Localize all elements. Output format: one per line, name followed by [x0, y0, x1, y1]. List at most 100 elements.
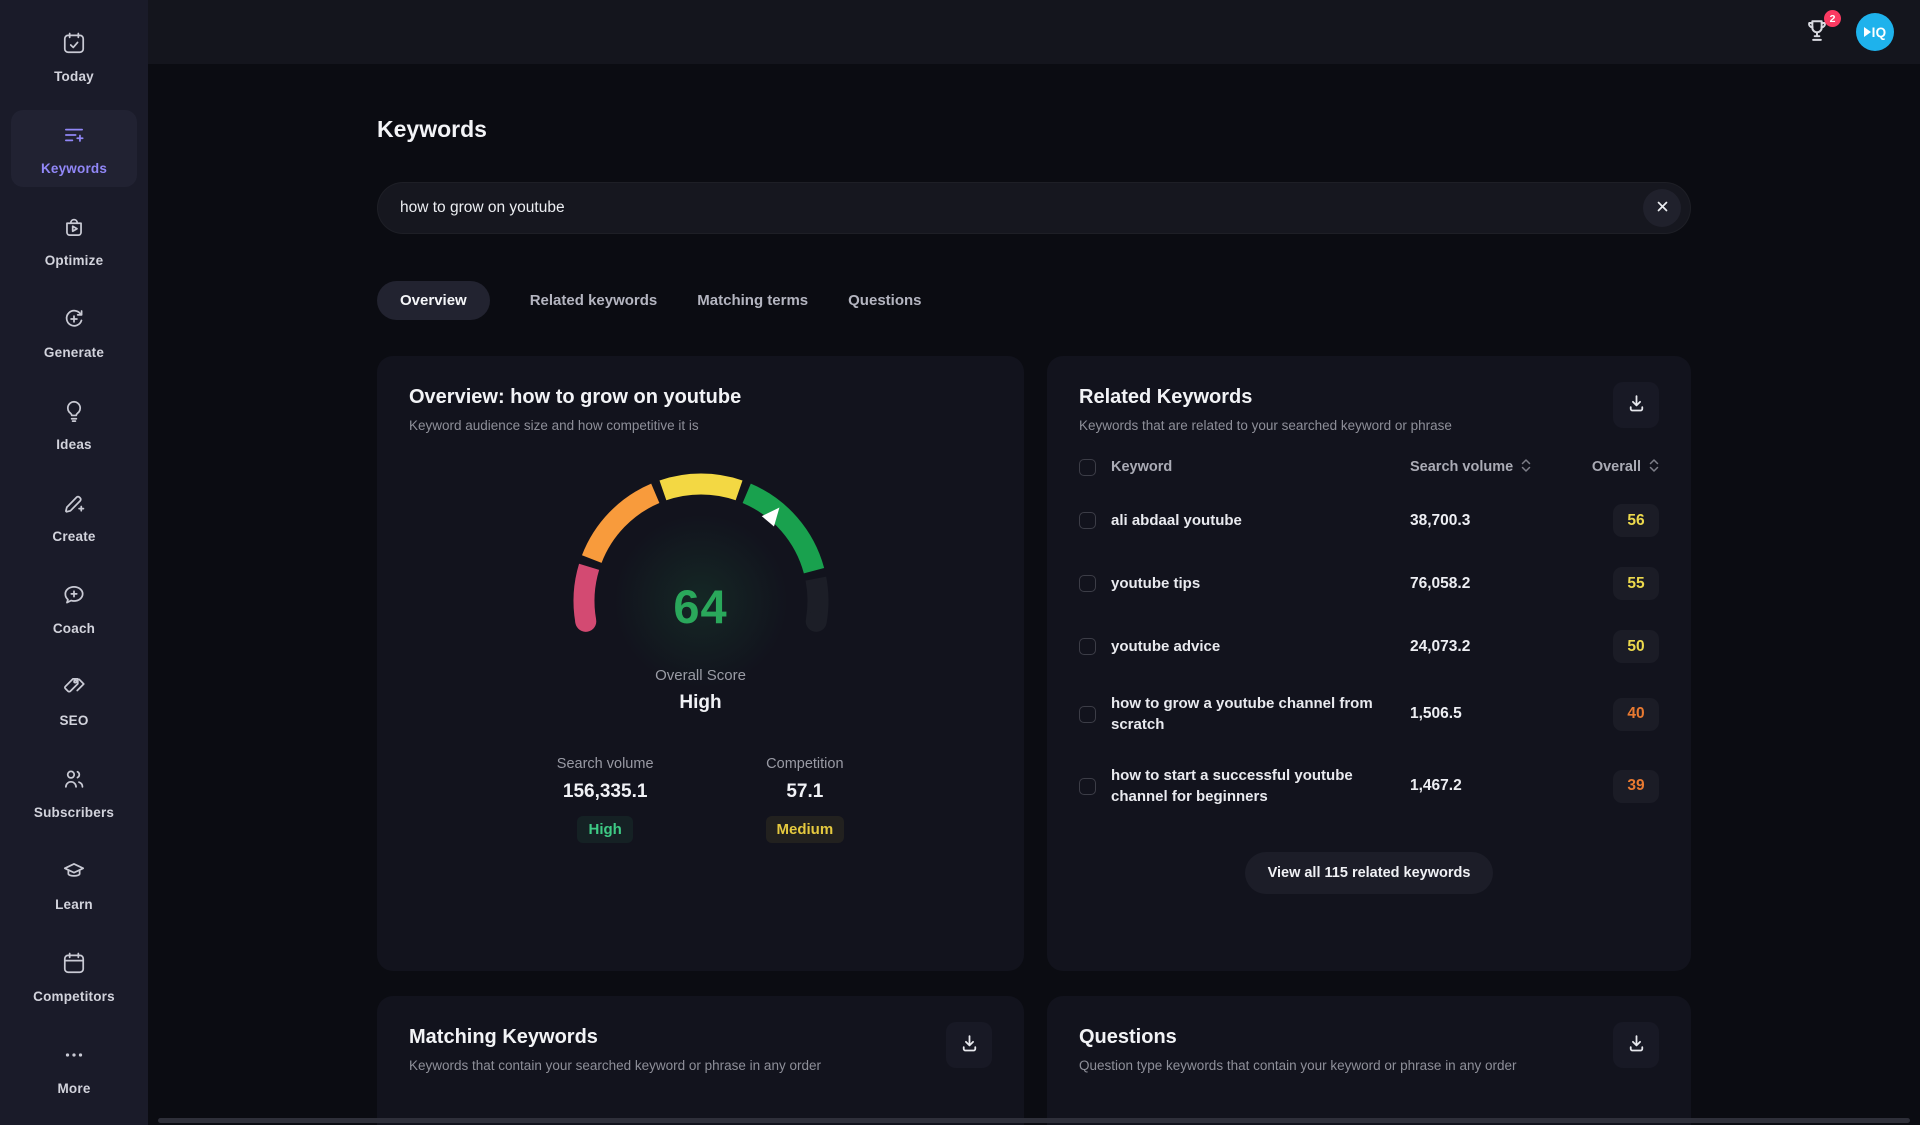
search-input[interactable]: [400, 199, 1643, 217]
row-checkbox[interactable]: [1079, 706, 1096, 723]
download-button[interactable]: [946, 1022, 992, 1068]
download-button[interactable]: [1613, 382, 1659, 428]
questions-card-title: Questions: [1079, 1026, 1516, 1049]
table-row[interactable]: youtube tips 76,058.2 55: [1079, 552, 1659, 615]
more-dots-icon: [61, 1042, 87, 1073]
clear-search-button[interactable]: [1643, 189, 1681, 227]
tags-icon: [61, 674, 87, 705]
search-volume-cell: 24,073.2: [1410, 638, 1585, 656]
table-row[interactable]: how to start a successful youtube channe…: [1079, 750, 1659, 822]
page-title: Keywords: [377, 116, 1691, 143]
overview-stats: Search volume 156,335.1 High Competition…: [409, 756, 992, 843]
play-triangle-icon: [1864, 27, 1871, 37]
overview-card: Overview: how to grow on youtube Keyword…: [377, 356, 1024, 971]
stat-value: 156,335.1: [563, 781, 648, 803]
status-badge: Medium: [766, 816, 845, 843]
lightbulb-icon: [61, 398, 87, 429]
horizontal-scrollbar[interactable]: [158, 1118, 1910, 1123]
related-keywords-card: Related Keywords Keywords that are relat…: [1047, 356, 1691, 971]
keyword-tabs: Overview Related keywords Matching terms…: [377, 281, 1691, 320]
matching-card-title: Matching Keywords: [409, 1026, 821, 1049]
overview-card-subtitle: Keyword audience size and how competitiv…: [409, 418, 741, 433]
pen-sparkle-icon: [61, 490, 87, 521]
download-icon: [1626, 393, 1647, 417]
sidebar-item-label: Competitors: [33, 989, 115, 1004]
sidebar-item-subscribers[interactable]: Subscribers: [11, 754, 137, 831]
download-button[interactable]: [1613, 1022, 1659, 1068]
sidebar-item-competitors[interactable]: Competitors: [11, 938, 137, 1015]
competition-stat: Competition 57.1 Medium: [766, 756, 845, 843]
keyword-cell: youtube tips: [1111, 573, 1381, 594]
download-icon: [1626, 1033, 1647, 1057]
overview-card-title: Overview: how to grow on youtube: [409, 386, 741, 409]
tab-questions[interactable]: Questions: [848, 281, 921, 320]
tab-overview[interactable]: Overview: [377, 281, 490, 320]
video-box-play-icon: [61, 214, 87, 245]
sidebar-item-seo[interactable]: SEO: [11, 662, 137, 739]
sidebar-item-generate[interactable]: Generate: [11, 294, 137, 371]
column-header-keyword[interactable]: Keyword: [1111, 459, 1396, 475]
sidebar-item-label: More: [57, 1081, 90, 1096]
sidebar-item-optimize[interactable]: Optimize: [11, 202, 137, 279]
tab-matching-terms[interactable]: Matching terms: [697, 281, 808, 320]
sidebar-item-keywords[interactable]: Keywords: [11, 110, 137, 187]
view-all-related-keywords-button[interactable]: View all 115 related keywords: [1245, 852, 1494, 894]
sidebar-item-learn[interactable]: Learn: [11, 846, 137, 923]
tab-related-keywords[interactable]: Related keywords: [530, 281, 658, 320]
notification-badge: 2: [1824, 10, 1841, 27]
close-icon: [1655, 199, 1670, 217]
column-header-search-volume[interactable]: Search volume: [1410, 458, 1585, 477]
sidebar-item-coach[interactable]: Coach: [11, 570, 137, 647]
table-row[interactable]: ali abdaal youtube 38,700.3 56: [1079, 489, 1659, 552]
row-checkbox[interactable]: [1079, 575, 1096, 592]
keyword-list-icon: [61, 122, 87, 153]
keyword-cell: how to start a successful youtube channe…: [1111, 765, 1381, 807]
select-all-checkbox[interactable]: [1079, 459, 1096, 476]
related-card-subtitle: Keywords that are related to your search…: [1079, 418, 1452, 433]
sidebar-item-create[interactable]: Create: [11, 478, 137, 555]
table-row[interactable]: how to grow a youtube channel from scrat…: [1079, 678, 1659, 750]
overall-score-badge: 40: [1613, 698, 1659, 731]
sidebar-item-today[interactable]: Today: [11, 18, 137, 95]
questions-card: Questions Question type keywords that co…: [1047, 996, 1691, 1125]
gauge-score-value: 64: [673, 579, 727, 634]
column-header-overall[interactable]: Overall: [1592, 458, 1659, 477]
sidebar-item-label: Ideas: [56, 437, 92, 452]
questions-card-subtitle: Question type keywords that contain your…: [1079, 1058, 1516, 1073]
overall-score-gauge: 64: [409, 469, 992, 651]
table-row[interactable]: youtube advice 24,073.2 50: [1079, 615, 1659, 678]
overall-score-badge: 39: [1613, 770, 1659, 803]
search-volume-cell: 1,506.5: [1410, 705, 1585, 723]
calendar-check-icon: [61, 30, 87, 61]
stat-value: 57.1: [786, 781, 823, 803]
sidebar-item-label: Generate: [44, 345, 104, 360]
table-header-row: Keyword Search volume Overall: [1079, 445, 1659, 489]
gauge-score-level: High: [409, 692, 992, 714]
sidebar-item-label: Optimize: [45, 253, 104, 268]
chat-plus-icon: [61, 582, 87, 613]
sidebar-item-more[interactable]: More: [11, 1030, 137, 1107]
related-keywords-table: Keyword Search volume Overall ali abdaal…: [1079, 445, 1659, 822]
sidebar: Today Keywords Optimize Generate Ideas C…: [0, 0, 148, 1125]
row-checkbox[interactable]: [1079, 778, 1096, 795]
sidebar-item-ideas[interactable]: Ideas: [11, 386, 137, 463]
sidebar-item-label: Subscribers: [34, 805, 114, 820]
keyword-cell: how to grow a youtube channel from scrat…: [1111, 693, 1381, 735]
achievements-button[interactable]: 2: [1800, 15, 1834, 49]
row-checkbox[interactable]: [1079, 512, 1096, 529]
search-volume-cell: 1,467.2: [1410, 777, 1585, 795]
matching-keywords-card: Matching Keywords Keywords that contain …: [377, 996, 1024, 1125]
people-icon: [61, 766, 87, 797]
keyword-cell: ali abdaal youtube: [1111, 510, 1381, 531]
refresh-plus-icon: [61, 306, 87, 337]
matching-card-subtitle: Keywords that contain your searched keyw…: [409, 1058, 821, 1073]
calendar-icon: [61, 950, 87, 981]
row-checkbox[interactable]: [1079, 638, 1096, 655]
vidiq-logo[interactable]: IQ: [1856, 13, 1894, 51]
related-card-title: Related Keywords: [1079, 386, 1452, 409]
main-content: Keywords Overview Related keywords Match…: [148, 64, 1920, 1125]
sidebar-item-label: Coach: [53, 621, 95, 636]
overall-score-badge: 55: [1613, 567, 1659, 600]
sidebar-item-label: Today: [54, 69, 94, 84]
keyword-search-bar: [377, 182, 1691, 234]
